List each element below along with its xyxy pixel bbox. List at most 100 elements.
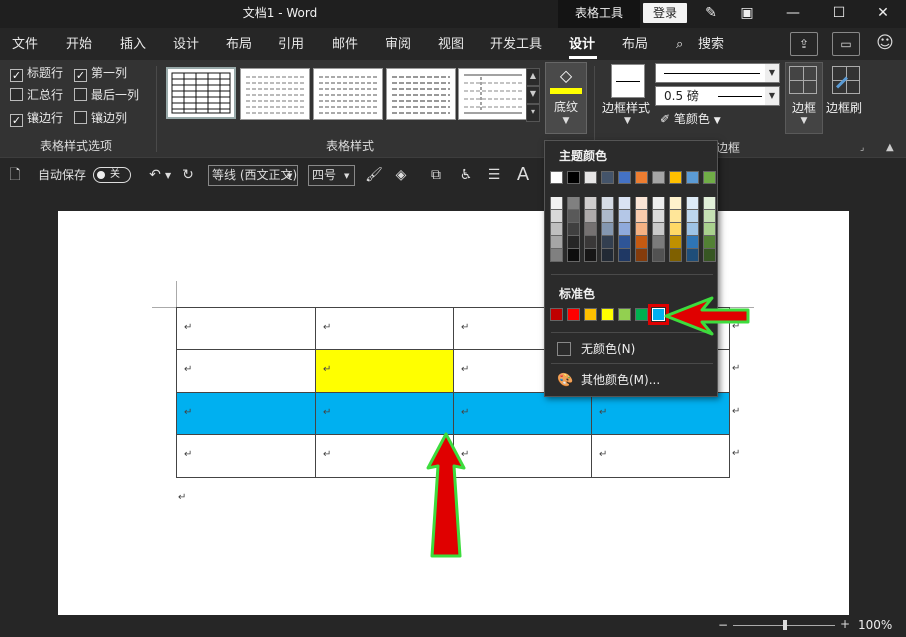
font-name-select[interactable]: 等线 (西文正文) — [208, 165, 298, 186]
standard-color-swatch[interactable] — [635, 308, 648, 321]
theme-color-swatch[interactable] — [550, 171, 563, 184]
theme-color-swatch[interactable] — [584, 171, 597, 184]
border-style-preview[interactable] — [611, 64, 645, 98]
theme-shade-swatch[interactable] — [618, 249, 631, 262]
table-cell[interactable]: ↵ — [176, 307, 316, 350]
standard-color-swatch[interactable] — [550, 308, 563, 321]
border-painter-icon[interactable] — [832, 66, 860, 94]
table-cell[interactable]: ↵ — [176, 392, 316, 435]
theme-color-swatch[interactable] — [601, 171, 614, 184]
tab-view[interactable]: 视图 — [438, 36, 464, 54]
table-style-4[interactable] — [386, 68, 456, 120]
collapse-ribbon-icon[interactable]: ▲ — [886, 142, 894, 153]
theme-shade-swatch[interactable] — [686, 249, 699, 262]
tab-search[interactable]: 搜索 — [698, 36, 724, 54]
tab-home[interactable]: 开始 — [66, 36, 92, 54]
gallery-more[interactable]: ▾ — [526, 104, 540, 122]
theme-shade-swatch[interactable] — [584, 197, 597, 210]
theme-shade-swatch[interactable] — [703, 249, 716, 262]
line-weight-select[interactable]: 0.5 磅 ▼ — [655, 86, 780, 106]
standard-color-swatch[interactable] — [648, 304, 669, 325]
standard-color-swatch[interactable] — [567, 308, 580, 321]
insert-image-icon[interactable]: ⧉ — [425, 164, 447, 186]
theme-shade-swatch[interactable] — [601, 236, 614, 249]
login-button[interactable]: 登录 — [643, 3, 687, 23]
theme-shade-swatch[interactable] — [669, 210, 682, 223]
tab-table-layout[interactable]: 布局 — [622, 36, 648, 54]
tab-insert[interactable]: 插入 — [120, 36, 146, 54]
checkbox-last-column[interactable]: 最后一列 — [74, 86, 139, 104]
checkbox-banded-rows[interactable]: ✓ 镶边行 — [10, 109, 63, 127]
theme-shade-swatch[interactable] — [584, 236, 597, 249]
share-icon[interactable]: ⇪ — [790, 32, 818, 56]
table-cell[interactable]: ↵ — [315, 434, 454, 478]
theme-shade-swatch[interactable] — [618, 236, 631, 249]
standard-color-swatch[interactable] — [584, 308, 597, 321]
theme-shade-swatch[interactable] — [686, 210, 699, 223]
theme-color-swatch[interactable] — [703, 171, 716, 184]
table-cell[interactable]: ↵ — [315, 307, 454, 350]
table-cell[interactable]: ↵ — [591, 392, 730, 435]
tab-table-design[interactable]: 设计 — [569, 36, 595, 54]
table-style-5[interactable] — [458, 68, 528, 120]
checkbox-header-row[interactable]: ✓ 标题行 — [10, 64, 63, 82]
zoom-slider-thumb[interactable] — [783, 620, 787, 630]
tab-file[interactable]: 文件 — [12, 36, 38, 54]
theme-shade-swatch[interactable] — [584, 223, 597, 236]
theme-shade-swatch[interactable] — [686, 236, 699, 249]
tab-developer[interactable]: 开发工具 — [490, 36, 542, 54]
tab-references[interactable]: 引用 — [278, 36, 304, 54]
table-cell[interactable]: ↵ — [176, 434, 316, 478]
theme-color-swatch[interactable] — [618, 171, 631, 184]
theme-shade-swatch[interactable] — [635, 236, 648, 249]
theme-shade-swatch[interactable] — [550, 236, 563, 249]
redo-icon[interactable]: ↻ — [177, 164, 199, 186]
align-icon[interactable]: ☰ — [483, 164, 505, 186]
table-cell[interactable]: ↵ — [176, 349, 316, 393]
theme-shade-swatch[interactable] — [584, 249, 597, 262]
theme-shade-swatch[interactable] — [584, 210, 597, 223]
theme-shade-swatch[interactable] — [618, 210, 631, 223]
gallery-scroll-down[interactable]: ▼ — [526, 86, 540, 104]
theme-shade-swatch[interactable] — [601, 210, 614, 223]
smiley-icon[interactable]: ☺ — [874, 32, 896, 54]
zoom-level[interactable]: 100% — [858, 618, 892, 632]
table-cell[interactable]: ↵ — [453, 434, 592, 478]
table-style-2[interactable] — [240, 68, 310, 120]
pen-icon[interactable]: ✎ — [696, 0, 726, 28]
theme-shade-swatch[interactable] — [652, 210, 665, 223]
table-cell[interactable]: ↵ — [453, 392, 592, 435]
theme-shade-swatch[interactable] — [601, 223, 614, 236]
table-cell[interactable]: ↵ — [591, 434, 730, 478]
undo-icon[interactable]: ↶ — [144, 164, 166, 186]
border-styles-label[interactable]: 边框样式 — [602, 99, 650, 116]
theme-shade-swatch[interactable] — [669, 236, 682, 249]
theme-shade-swatch[interactable] — [618, 197, 631, 210]
theme-shade-swatch[interactable] — [601, 197, 614, 210]
theme-shade-swatch[interactable] — [635, 197, 648, 210]
theme-shade-swatch[interactable] — [567, 249, 580, 262]
gallery-scroll-up[interactable]: ▲ — [526, 68, 540, 86]
theme-shade-swatch[interactable] — [652, 197, 665, 210]
theme-color-swatch[interactable] — [652, 171, 665, 184]
more-colors-option[interactable]: 🎨 其他颜色(M)... — [557, 370, 660, 390]
theme-shade-swatch[interactable] — [601, 249, 614, 262]
search-icon[interactable]: ⌕ — [676, 36, 683, 54]
maximize-icon[interactable]: ☐ — [824, 0, 854, 28]
theme-shade-swatch[interactable] — [686, 197, 699, 210]
theme-shade-swatch[interactable] — [550, 223, 563, 236]
table-style-3[interactable] — [313, 68, 383, 120]
theme-shade-swatch[interactable] — [635, 210, 648, 223]
chevron-down-icon[interactable]: ▼ — [165, 171, 171, 180]
checkbox-total-row[interactable]: 汇总行 — [10, 86, 63, 104]
theme-shade-swatch[interactable] — [635, 249, 648, 262]
checkbox-first-column[interactable]: ✓ 第一列 — [74, 64, 127, 82]
theme-shade-swatch[interactable] — [669, 249, 682, 262]
theme-shade-swatch[interactable] — [652, 249, 665, 262]
theme-shade-swatch[interactable] — [669, 197, 682, 210]
theme-color-swatch[interactable] — [635, 171, 648, 184]
tab-mailings[interactable]: 邮件 — [332, 36, 358, 54]
standard-color-swatch[interactable] — [618, 308, 631, 321]
theme-color-swatch[interactable] — [567, 171, 580, 184]
theme-shade-swatch[interactable] — [703, 210, 716, 223]
